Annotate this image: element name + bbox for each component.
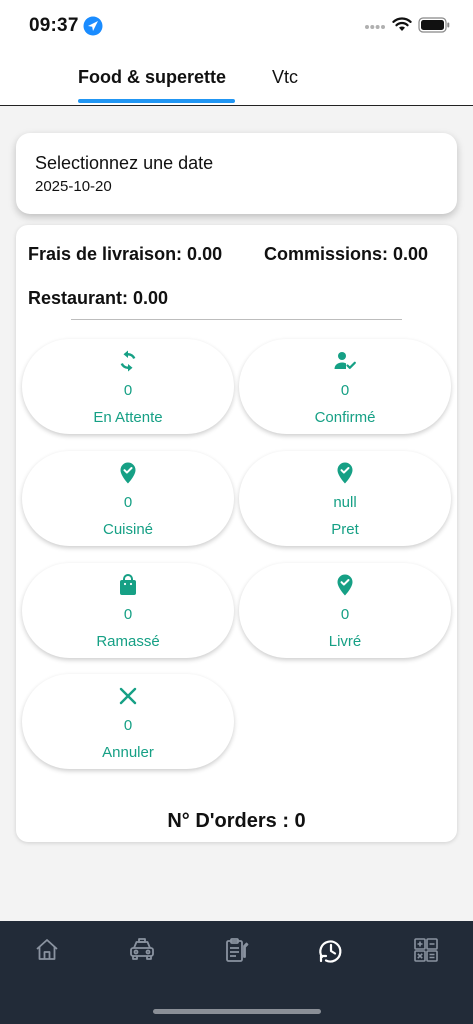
home-indicator [153,1009,321,1014]
divider [71,319,402,320]
status-label: En Attente [93,409,163,426]
user-check-icon [334,352,356,369]
bottom-nav [0,921,473,1024]
status-label: Ramassé [96,633,160,650]
wifi-icon [392,17,412,31]
status-count: 0 [123,606,133,623]
orders-count: N° D'orders : 0 [167,810,306,832]
status-livre-button[interactable]: 0 Livré [239,563,451,658]
refresh-icon [120,350,136,372]
location-arrow-icon [83,16,103,36]
status-count: 0 [123,494,133,511]
status-count: 0 [123,382,133,399]
status-count: null [333,494,357,511]
date-picker-label: Selectionnez une date [35,153,214,173]
status-count: 0 [340,606,350,623]
orders-summary-card: Frais de livraison: 0.00 Commissions: 0.… [16,225,457,842]
restaurant-total: Restaurant: 0.00 [28,288,169,308]
status-time: 09:37 [29,15,79,36]
active-tab-indicator [78,99,235,103]
delivery-fees-total: Frais de livraison: 0.00 [28,244,223,264]
status-bar: 09:37 [0,0,473,52]
date-picker-value: 2025-10-20 [35,178,112,195]
status-count: 0 [340,382,350,399]
calculator-icon[interactable] [412,936,440,964]
date-picker[interactable]: Selectionnez une date 2025-10-20 [16,133,457,214]
status-label: Cuisiné [102,521,154,538]
tab-food-superette[interactable]: Food & superette [78,67,226,88]
status-pret-button[interactable]: null Pret [239,451,451,546]
status-en-attente-button[interactable]: 0 En Attente [22,339,234,434]
signal-dots-icon [365,25,385,29]
status-cuisine-button[interactable]: 0 Cuisiné [22,451,234,546]
location-check-icon [337,462,353,484]
status-count: 0 [123,717,133,734]
shopping-bag-icon [120,574,136,595]
history-clock-icon[interactable] [317,936,345,964]
status-confirme-button[interactable]: 0 Confirmé [239,339,451,434]
taxi-icon[interactable] [128,936,156,964]
location-check-icon [337,574,353,596]
status-annuler-button[interactable]: 0 Annuler [22,674,234,769]
close-icon [119,687,137,705]
clipboard-icon[interactable] [222,936,250,964]
home-icon[interactable] [33,936,61,964]
tab-bar: Food & superette Vtc [0,52,473,106]
status-ramasse-button[interactable]: 0 Ramassé [22,563,234,658]
status-label: Annuler [102,744,154,761]
status-label: Confirmé [314,409,376,426]
status-label: Pret [331,521,359,538]
battery-icon [418,17,450,33]
status-label: Livré [328,633,362,650]
location-check-icon [120,462,136,484]
commissions-total: Commissions: 0.00 [264,244,429,264]
tab-vtc[interactable]: Vtc [272,67,298,88]
